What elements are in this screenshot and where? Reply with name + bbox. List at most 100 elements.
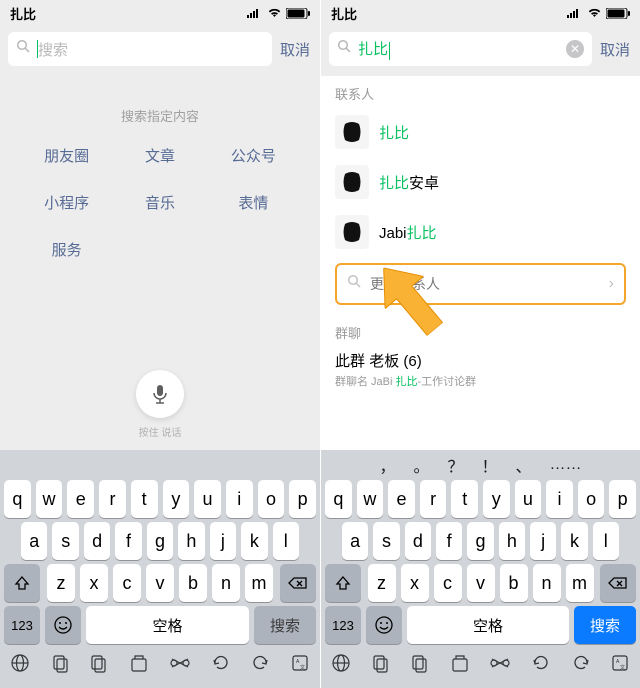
copy-icon[interactable]	[50, 653, 70, 678]
key-m[interactable]: m	[566, 564, 594, 602]
group-result[interactable]: 此群 老板 (6) 群聊名 JaBi 扎比-工作讨论群	[321, 346, 640, 395]
clipboard-icon[interactable]	[129, 653, 149, 678]
clipboard-icon[interactable]	[450, 653, 470, 678]
key-x[interactable]: x	[80, 564, 108, 602]
key-n[interactable]: n	[533, 564, 561, 602]
globe-icon[interactable]	[10, 653, 30, 678]
key-o[interactable]: o	[258, 480, 285, 518]
undo-icon[interactable]	[531, 653, 551, 678]
key-t[interactable]: t	[451, 480, 478, 518]
key-v[interactable]: v	[467, 564, 495, 602]
key-p[interactable]: p	[609, 480, 636, 518]
predict-bar[interactable]: ， 。 ？ ！ 、 ……	[321, 454, 640, 476]
key-d[interactable]: d	[84, 522, 110, 560]
clear-icon[interactable]: ✕	[566, 40, 584, 58]
key-y[interactable]: y	[483, 480, 510, 518]
key-g[interactable]: g	[467, 522, 493, 560]
numeric-key[interactable]: 123	[325, 606, 361, 644]
key-a[interactable]: a	[21, 522, 47, 560]
numeric-key[interactable]: 123	[4, 606, 40, 644]
key-p[interactable]: p	[289, 480, 316, 518]
contact-result[interactable]: Jabi扎比	[321, 207, 640, 257]
key-z[interactable]: z	[47, 564, 75, 602]
predict-item[interactable]: 。	[413, 453, 429, 477]
predict-item[interactable]: ……	[550, 456, 582, 474]
search-input[interactable]: 扎比 ✕	[329, 32, 592, 66]
key-x[interactable]: x	[401, 564, 429, 602]
translate-icon[interactable]: A文	[610, 653, 630, 678]
key-w[interactable]: w	[357, 480, 384, 518]
key-m[interactable]: m	[245, 564, 273, 602]
emoji-key[interactable]	[45, 606, 81, 644]
key-u[interactable]: u	[194, 480, 221, 518]
search-action-key[interactable]: 搜索	[254, 606, 316, 644]
suggest-item[interactable]: 公众号	[231, 145, 276, 166]
key-s[interactable]: s	[52, 522, 78, 560]
key-j[interactable]: j	[530, 522, 556, 560]
space-key[interactable]: 空格	[407, 606, 569, 644]
search-input[interactable]: 搜索	[8, 32, 272, 66]
key-k[interactable]: k	[561, 522, 587, 560]
key-a[interactable]: a	[342, 522, 368, 560]
suggest-item[interactable]: 朋友圈	[44, 145, 89, 166]
copy-icon[interactable]	[370, 653, 390, 678]
key-h[interactable]: h	[499, 522, 525, 560]
key-f[interactable]: f	[436, 522, 462, 560]
key-n[interactable]: n	[212, 564, 240, 602]
predict-item[interactable]: ？	[447, 453, 463, 477]
backspace-key[interactable]	[600, 564, 636, 602]
key-t[interactable]: t	[131, 480, 158, 518]
key-r[interactable]: r	[420, 480, 447, 518]
predict-item[interactable]: ，	[379, 453, 395, 477]
copy2-icon[interactable]	[410, 653, 430, 678]
key-q[interactable]: q	[4, 480, 31, 518]
suggest-item[interactable]: 音乐	[145, 192, 175, 213]
contact-result[interactable]: 扎比	[321, 107, 640, 157]
key-r[interactable]: r	[99, 480, 126, 518]
suggest-item[interactable]: 服务	[52, 239, 82, 260]
key-g[interactable]: g	[147, 522, 173, 560]
key-c[interactable]: c	[434, 564, 462, 602]
key-l[interactable]: l	[593, 522, 619, 560]
undo-icon[interactable]	[211, 653, 231, 678]
predict-item[interactable]: ！	[482, 453, 498, 477]
predict-item[interactable]: 、	[516, 453, 532, 477]
mic-button[interactable]	[136, 370, 184, 418]
key-v[interactable]: v	[146, 564, 174, 602]
key-e[interactable]: e	[388, 480, 415, 518]
backspace-key[interactable]	[280, 564, 316, 602]
globe-icon[interactable]	[331, 653, 351, 678]
key-b[interactable]: b	[500, 564, 528, 602]
cancel-button[interactable]: 取消	[280, 39, 312, 60]
redo-icon[interactable]	[250, 653, 270, 678]
key-k[interactable]: k	[241, 522, 267, 560]
suggest-item[interactable]: 文章	[145, 145, 175, 166]
key-j[interactable]: j	[210, 522, 236, 560]
suggest-item[interactable]: 小程序	[44, 192, 89, 213]
key-w[interactable]: w	[36, 480, 63, 518]
key-h[interactable]: h	[178, 522, 204, 560]
key-b[interactable]: b	[179, 564, 207, 602]
key-y[interactable]: y	[163, 480, 190, 518]
key-o[interactable]: o	[578, 480, 605, 518]
scissors-icon[interactable]	[169, 656, 191, 675]
space-key[interactable]: 空格	[86, 606, 249, 644]
key-l[interactable]: l	[273, 522, 299, 560]
shift-key[interactable]	[4, 564, 40, 602]
scissors-icon[interactable]	[489, 656, 511, 675]
contact-result[interactable]: 扎比安卓	[321, 157, 640, 207]
key-d[interactable]: d	[405, 522, 431, 560]
key-z[interactable]: z	[368, 564, 396, 602]
suggest-item[interactable]: 表情	[238, 192, 268, 213]
key-f[interactable]: f	[115, 522, 141, 560]
key-q[interactable]: q	[325, 480, 352, 518]
emoji-key[interactable]	[366, 606, 402, 644]
redo-icon[interactable]	[571, 653, 591, 678]
translate-icon[interactable]: A文	[290, 653, 310, 678]
key-i[interactable]: i	[546, 480, 573, 518]
key-u[interactable]: u	[515, 480, 542, 518]
key-e[interactable]: e	[67, 480, 94, 518]
cancel-button[interactable]: 取消	[600, 39, 632, 60]
key-c[interactable]: c	[113, 564, 141, 602]
search-action-key[interactable]: 搜索	[574, 606, 636, 644]
